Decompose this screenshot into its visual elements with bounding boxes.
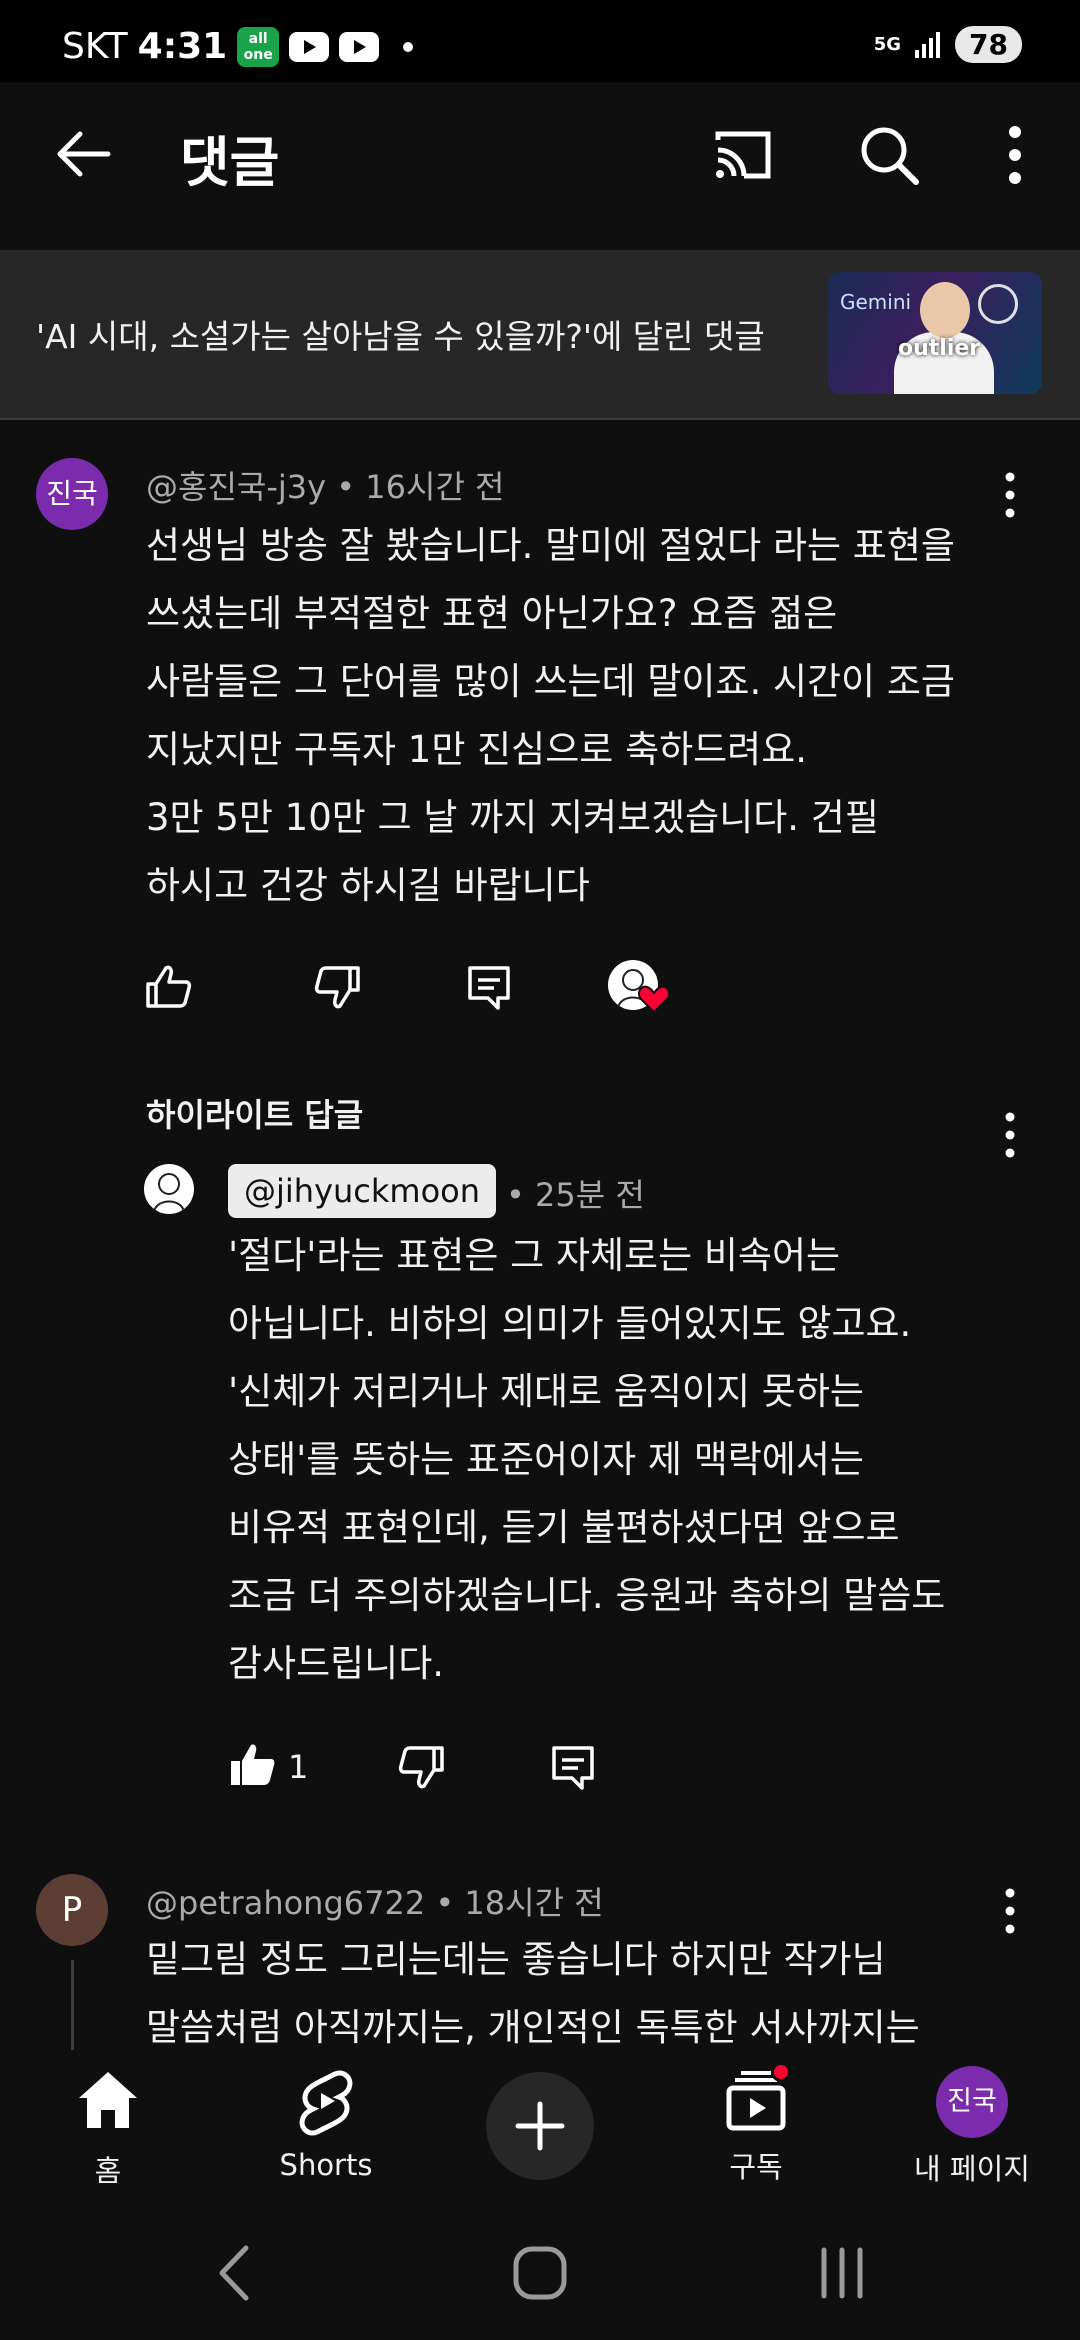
video-context-banner[interactable]: 'AI 시대, 소설가는 살아남을 수 있을까?'에 달린 댓글 Gemini … (0, 250, 1080, 420)
comment-author[interactable]: @petrahong6722 (146, 1884, 425, 1922)
heart-icon (638, 985, 670, 1014)
clock: 4:31 (137, 26, 228, 67)
system-home-icon[interactable] (500, 2238, 580, 2308)
search-icon[interactable] (856, 122, 922, 188)
liked-icon[interactable] (228, 1740, 278, 1790)
cast-icon[interactable] (710, 122, 776, 188)
nav-shorts-label: Shorts (279, 2148, 373, 2182)
thumbnail-word: Gemini (840, 290, 912, 314)
system-recents-icon[interactable] (802, 2238, 882, 2308)
allone-notification-icon: all one (237, 26, 280, 67)
comment-author[interactable]: @홍진국-j3y (146, 468, 326, 506)
youtube-notification-icon-2 (339, 31, 380, 62)
plus-icon (515, 2101, 565, 2151)
nav-home-label: 홈 (94, 2154, 122, 2188)
signal-icon (915, 31, 941, 58)
comment-text: 선생님 방송 잘 봤습니다. 말미에 절었다 라는 표현을 쓰셨는데 부적절한 … (146, 524, 955, 907)
reply-time: 25분 전 (535, 1176, 645, 1214)
thumbnail-overlay-text: outlier (898, 336, 981, 361)
meta-separator: • (336, 468, 366, 506)
status-right: 5G 78 (874, 26, 1022, 63)
system-back-icon[interactable] (198, 2238, 278, 2308)
like-icon[interactable] (144, 962, 194, 1012)
nav-shorts[interactable]: Shorts (226, 2066, 426, 2182)
more-notifications-dot (403, 41, 414, 52)
highlight-reply-label: 하이라이트 답글 (146, 1096, 364, 1134)
reply-author-chip[interactable]: @jihyuckmoon (228, 1164, 497, 1218)
nav-home[interactable]: 홈 (8, 2066, 208, 2190)
openai-logo-icon (978, 284, 1018, 324)
subscriptions-icon-wrap (721, 2062, 791, 2136)
video-thumbnail[interactable]: Gemini outlier (828, 272, 1042, 394)
home-icon (79, 2072, 137, 2128)
dislike-icon[interactable] (312, 962, 362, 1012)
thread-line (71, 1960, 74, 2050)
network-type-label: 5G (873, 33, 902, 55)
reply-dislike-icon[interactable] (396, 1742, 446, 1792)
reply-avatar-face-icon (153, 1173, 185, 1213)
meta-separator: • (435, 1884, 465, 1922)
nav-subscriptions-label: 구독 (729, 2150, 783, 2184)
comment-meta: @홍진국-j3y • 16시간 전 (146, 462, 505, 508)
my-avatar: 진국 (936, 2066, 1008, 2138)
battery-indicator: 78 (955, 26, 1022, 63)
reply-avatar[interactable] (144, 1164, 194, 1214)
youtube-notification-icon (289, 31, 330, 62)
comment-time: 16시간 전 (365, 468, 505, 506)
reply-text: '절다'라는 표현은 그 자체로는 비속어는 아닙니다. 비하의 의미가 들어있… (228, 1234, 946, 1685)
meta-separator: • (506, 1176, 536, 1214)
thumbnail-person-face (920, 282, 970, 338)
comment-time: 18시간 전 (464, 1884, 604, 1922)
reply-meta: • 25분 전 (506, 1170, 645, 1216)
notification-dot (771, 2062, 791, 2082)
app-header: 댓글 (0, 82, 1080, 250)
back-arrow-icon[interactable] (52, 122, 116, 186)
reply-like-count: 1 (288, 1748, 309, 1786)
reply-reply-icon[interactable] (548, 1742, 598, 1792)
reply-icon[interactable] (464, 962, 514, 1012)
creator-heart-badge (608, 960, 680, 1016)
system-navigation-bar (0, 2202, 1080, 2340)
comment-meta: @petrahong6722 • 18시간 전 (146, 1878, 604, 1924)
comment-avatar[interactable]: P (36, 1874, 108, 1946)
more-options-icon[interactable] (1000, 122, 1030, 188)
carrier-label: SKT (62, 26, 128, 67)
comment-avatar[interactable]: 진국 (36, 458, 108, 530)
reply-more-icon[interactable] (1002, 1110, 1018, 1160)
comment-text: 밑그림 정도 그리는데는 좋습니다 하지만 작가님 말씀처럼 아직까지는, 개인… (146, 1938, 920, 2049)
nav-my-page[interactable]: 진국 내 페이지 (872, 2066, 1072, 2188)
page-title: 댓글 (180, 131, 280, 194)
create-button[interactable] (486, 2072, 594, 2180)
bottom-navigation: 홈 Shorts 구독 진국 내 페이지 (0, 2052, 1080, 2202)
status-left: SKT 4:31 all one (62, 26, 414, 67)
video-context-text: 'AI 시대, 소설가는 살아남을 수 있을까?'에 달린 댓글 (36, 317, 765, 356)
status-bar: SKT 4:31 all one 5G 78 (0, 0, 1080, 82)
shorts-icon (299, 2070, 353, 2136)
nav-my-page-label: 내 페이지 (914, 2152, 1030, 2186)
nav-subscriptions[interactable]: 구독 (656, 2062, 856, 2186)
